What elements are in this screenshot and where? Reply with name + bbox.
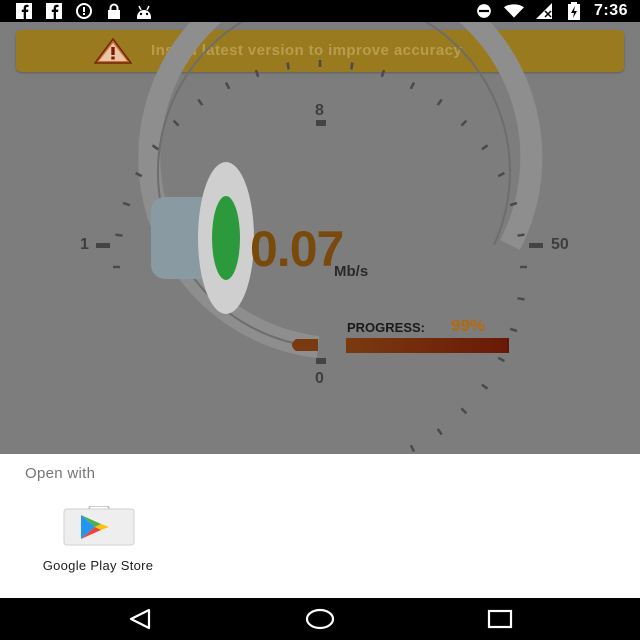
gauge-tick [497,356,505,363]
gauge-tick [460,119,468,127]
gauge-tick [254,69,260,78]
google-play-store-icon [63,506,135,546]
app-option-google-play-store[interactable]: Google Play Store [28,502,168,584]
gauge-label-mid: 8 [315,102,324,119]
sheet-title: Open with [25,465,96,482]
gauge-label-max: 50 [551,236,569,253]
home-button[interactable] [300,606,340,632]
status-bar: 7:36 [0,0,640,22]
facebook-icon [14,3,34,19]
open-with-sheet: Open with Google Play Store [0,454,640,598]
gauge-tick [436,428,443,436]
battery-charging-icon [564,2,584,20]
gauge-tick [122,201,131,207]
gauge-needle-marker [292,339,318,351]
signal-icon [534,3,554,19]
back-button[interactable] [120,606,160,632]
gauge-tick [286,62,290,70]
major-tick-left [96,243,110,248]
facebook-icon [44,3,64,19]
clock: 7:36 [593,2,628,19]
gauge-tick [436,98,443,106]
alarm-icon [74,3,94,19]
do-not-disturb-icon [474,3,494,19]
gauge-tick [115,233,123,237]
gauge-tick [380,69,386,78]
major-tick-top [316,120,326,126]
speed-value: 0.07 [250,221,344,277]
gauge-tick [517,233,525,237]
major-tick-bottom [316,358,326,364]
gauge-tick [460,407,468,415]
gauge-label-min: 0 [315,370,324,387]
android-icon [134,3,154,19]
navigation-bar [0,598,640,640]
gauge-tick [172,119,180,127]
gauge-tick [197,98,204,106]
system-icons: 7:36 [474,2,628,20]
gauge-tick [481,144,489,151]
gauge-tick [409,82,416,90]
gauge-tick [409,444,416,452]
major-tick-right [529,243,543,248]
recents-button[interactable] [480,606,520,632]
progress-label: PROGRESS: [347,320,426,335]
home-icon [305,608,335,630]
gauge-tick [509,327,518,333]
gauge-tick [350,62,354,70]
speed-unit: Mb/s [334,263,369,280]
gauge-tick [517,297,525,301]
gauge-tick [497,171,505,178]
recents-icon [487,609,513,629]
app-option-label: Google Play Store [42,558,154,573]
lock-icon [104,3,124,19]
wifi-icon [503,3,524,19]
progress-bar-fill [346,338,508,353]
notification-icons [14,2,154,20]
gauge-tick [224,82,231,90]
back-icon [129,608,151,630]
progress-percent: 99% [451,316,486,335]
gauge-tick [481,383,489,390]
progress-bar [346,338,509,353]
speed-test-screen: Install latest version to improve accura… [0,22,640,454]
gauge-label-low: 1 [80,236,89,253]
